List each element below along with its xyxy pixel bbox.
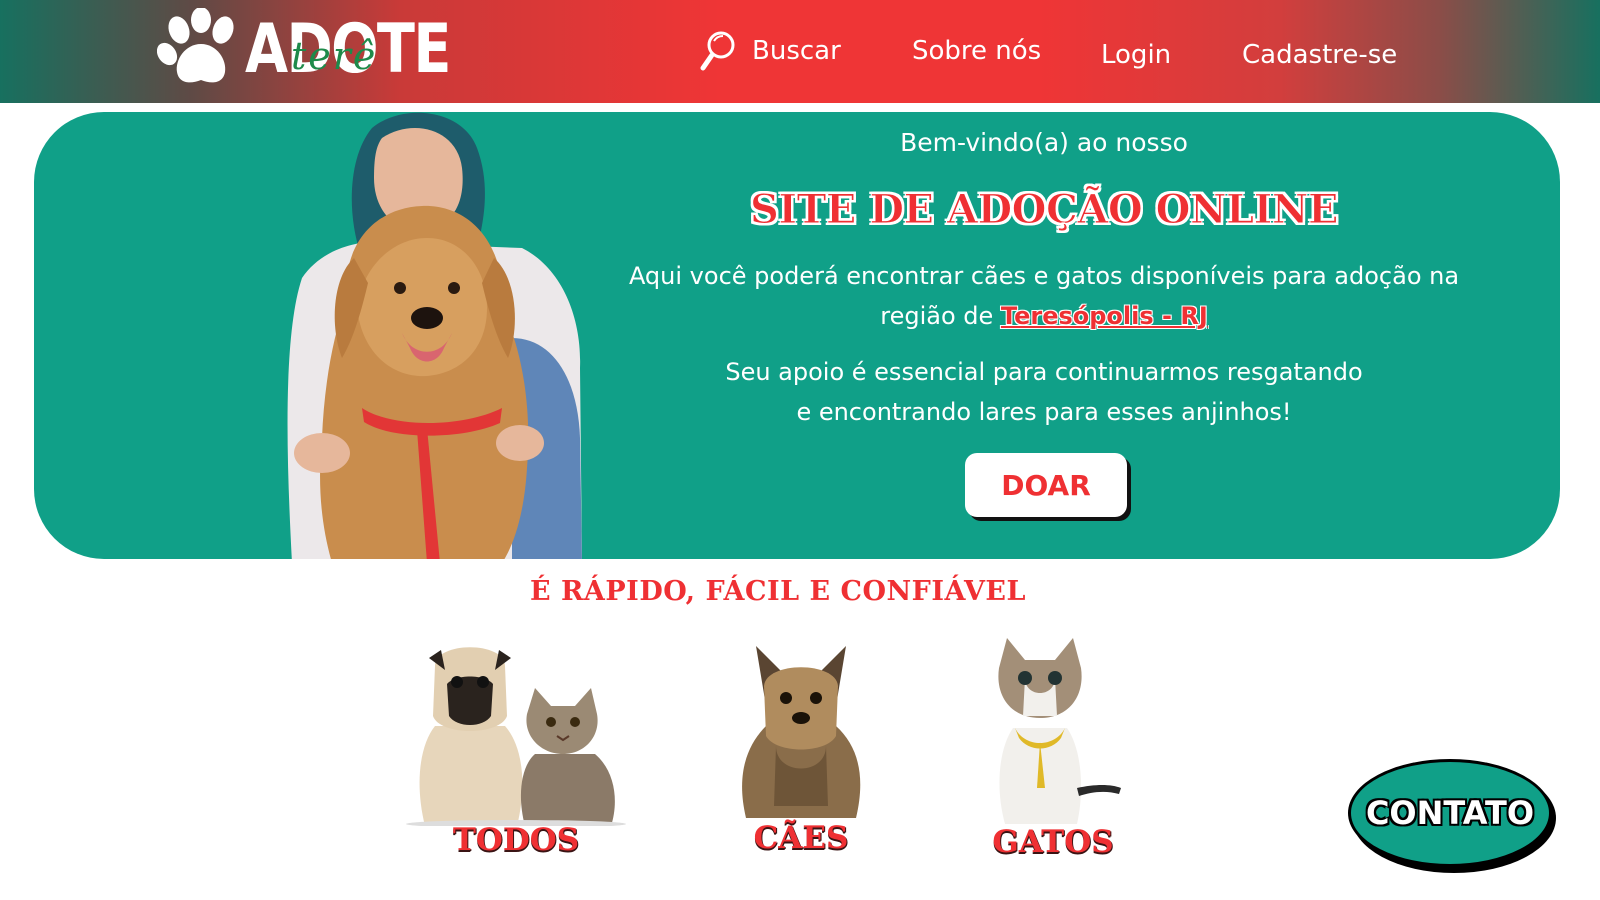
category-cats-label: GATOS: [992, 824, 1114, 860]
hero-description: Aqui você poderá encontrar cães e gatos …: [564, 256, 1524, 336]
nav-about[interactable]: Sobre nós: [912, 28, 1041, 74]
category-dogs[interactable]: CÃES: [736, 636, 866, 861]
category-all[interactable]: TODOS: [405, 636, 627, 864]
dog-photo: [742, 646, 861, 818]
hero-welcome: Bem-vindo(a) ao nosso: [900, 128, 1188, 157]
category-cats[interactable]: GATOS: [985, 638, 1121, 866]
hero-title: SITE DE ADOÇÃO ONLINE: [750, 186, 1339, 234]
category-dogs-label: CÃES: [753, 820, 849, 856]
contact-button-label: CONTATO: [1348, 759, 1552, 867]
search-icon: [700, 31, 735, 71]
contact-button[interactable]: CONTATO: [1348, 759, 1556, 873]
hero-support-text: Seu apoio é essencial para continuarmos …: [564, 352, 1524, 432]
nav-search-label: Buscar: [752, 36, 841, 66]
site-header: ADOTE terê Buscar Sobre nós Login Cadast…: [0, 0, 1600, 103]
paw-icon: [157, 8, 234, 83]
hero-banner: Bem-vindo(a) ao nosso SITE DE ADOÇÃO ONL…: [34, 112, 1560, 559]
nav-signup[interactable]: Cadastre-se: [1242, 32, 1397, 78]
hero-support-line1: Seu apoio é essencial para continuarmos …: [725, 358, 1363, 386]
hero-support-line2: e encontrando lares para esses anjinhos!: [796, 398, 1292, 426]
hero-description-prefix: região de: [880, 302, 1001, 330]
site-logo[interactable]: ADOTE terê: [157, 8, 451, 93]
category-all-label: TODOS: [452, 822, 580, 858]
hero-description-line1: Aqui você poderá encontrar cães e gatos …: [628, 262, 1460, 290]
dog-and-cat-photo: [406, 647, 626, 826]
woman-with-dog-photo: [287, 112, 582, 559]
location-link[interactable]: Teresópolis - RJ: [1001, 302, 1208, 330]
cat-photo: [998, 638, 1121, 824]
nav-search[interactable]: Buscar: [700, 28, 841, 74]
section-title: É RÁPIDO, FÁCIL E CONFIÁVEL: [530, 576, 1026, 607]
donate-button[interactable]: DOAR: [965, 453, 1127, 517]
logo-script: terê: [291, 34, 378, 78]
nav-login[interactable]: Login: [1101, 32, 1171, 78]
